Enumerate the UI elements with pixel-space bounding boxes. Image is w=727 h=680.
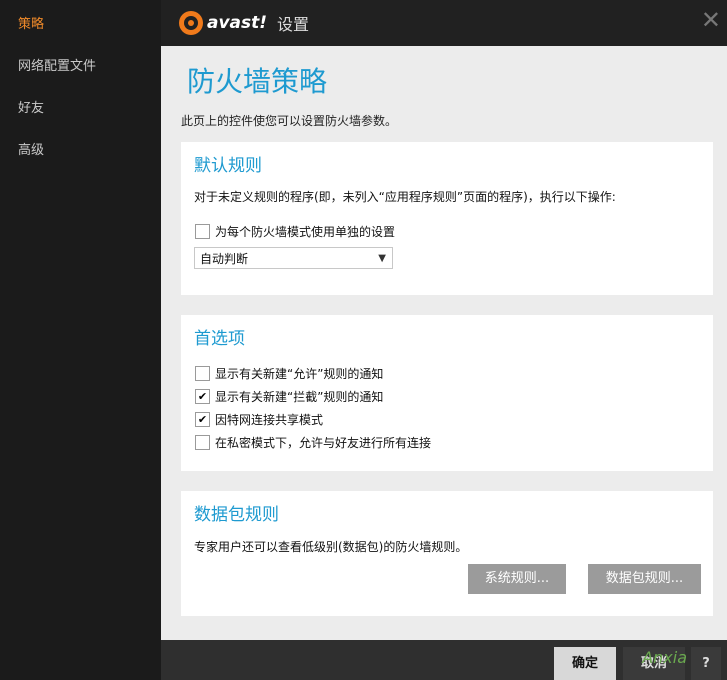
ics-mode-label: 因特网连接共享模式 bbox=[215, 413, 324, 427]
checkmark-icon[interactable]: ✔ bbox=[195, 389, 210, 404]
packet-rules-title: 数据包规则 bbox=[194, 505, 279, 525]
packet-rules-button[interactable]: 数据包规则... bbox=[588, 564, 701, 594]
footer-bar: 确定 取消 ? Anxia bbox=[161, 640, 727, 680]
ics-mode-checkbox[interactable]: ✔ 因特网连接共享模式 bbox=[195, 411, 323, 428]
notify-allow-rule-label: 显示有关新建“允许”规则的通知 bbox=[215, 367, 384, 381]
preferences-card: 首选项 显示有关新建“允许”规则的通知 ✔ 显示有关新建“拦截”规则的通知 ✔ … bbox=[181, 315, 713, 471]
checkmark-icon[interactable]: ✔ bbox=[195, 412, 210, 427]
watermark: Anxia bbox=[642, 648, 687, 667]
chevron-down-icon: ▼ bbox=[378, 253, 386, 264]
title-bar: avast! 设置 ✕ bbox=[161, 0, 727, 46]
avast-logo: avast! 设置 bbox=[179, 11, 309, 35]
default-action-select[interactable]: 自动判断 ▼ bbox=[194, 247, 393, 269]
avast-logo-text: avast! bbox=[207, 13, 268, 33]
checkbox-box[interactable] bbox=[195, 366, 210, 381]
sidebar-item-friends[interactable]: 好友 bbox=[0, 88, 161, 130]
help-button[interactable]: ? bbox=[691, 647, 721, 680]
main-panel: 防火墙策略 此页上的控件使您可以设置防火墙参数。 默认规则 对于未定义规则的程序… bbox=[161, 46, 727, 640]
notify-allow-rule-checkbox[interactable]: 显示有关新建“允许”规则的通知 bbox=[195, 365, 383, 382]
avast-logo-icon bbox=[179, 11, 203, 35]
sidebar-item-network-profiles[interactable]: 网络配置文件 bbox=[0, 46, 161, 88]
default-action-value: 自动判断 bbox=[200, 252, 249, 266]
page-title: 防火墙策略 bbox=[187, 65, 328, 98]
preferences-title: 首选项 bbox=[194, 329, 245, 349]
default-rules-description: 对于未定义规则的程序(即，未列入“应用程序规则”页面的程序)，执行以下操作: bbox=[194, 190, 616, 204]
system-rules-button[interactable]: 系统规则... bbox=[468, 564, 566, 594]
private-mode-friends-checkbox[interactable]: 在私密模式下，允许与好友进行所有连接 bbox=[195, 434, 431, 451]
private-mode-friends-label: 在私密模式下，允许与好友进行所有连接 bbox=[215, 436, 432, 450]
separate-setting-label: 为每个防火墙模式使用单独的设置 bbox=[215, 225, 396, 239]
sidebar-item-advanced[interactable]: 高级 bbox=[0, 130, 161, 172]
notify-block-rule-label: 显示有关新建“拦截”规则的通知 bbox=[215, 390, 384, 404]
sidebar-item-policy[interactable]: 策略 bbox=[0, 4, 161, 46]
sidebar: 策略 网络配置文件 好友 高级 bbox=[0, 0, 161, 680]
notify-block-rule-checkbox[interactable]: ✔ 显示有关新建“拦截”规则的通知 bbox=[195, 388, 383, 405]
ok-button[interactable]: 确定 bbox=[554, 647, 616, 680]
window-title: 设置 bbox=[277, 15, 310, 34]
packet-rules-description: 专家用户还可以查看低级别(数据包)的防火墙规则。 bbox=[194, 540, 468, 554]
packet-rules-card: 数据包规则 专家用户还可以查看低级别(数据包)的防火墙规则。 系统规则... 数… bbox=[181, 491, 713, 616]
close-icon[interactable]: ✕ bbox=[701, 8, 721, 32]
separate-setting-checkbox[interactable]: 为每个防火墙模式使用单独的设置 bbox=[195, 223, 395, 240]
checkbox-box[interactable] bbox=[195, 435, 210, 450]
page-description: 此页上的控件使您可以设置防火墙参数。 bbox=[181, 114, 398, 128]
checkbox-box[interactable] bbox=[195, 224, 210, 239]
default-rules-title: 默认规则 bbox=[194, 156, 262, 176]
default-rules-card: 默认规则 对于未定义规则的程序(即，未列入“应用程序规则”页面的程序)，执行以下… bbox=[181, 142, 713, 295]
